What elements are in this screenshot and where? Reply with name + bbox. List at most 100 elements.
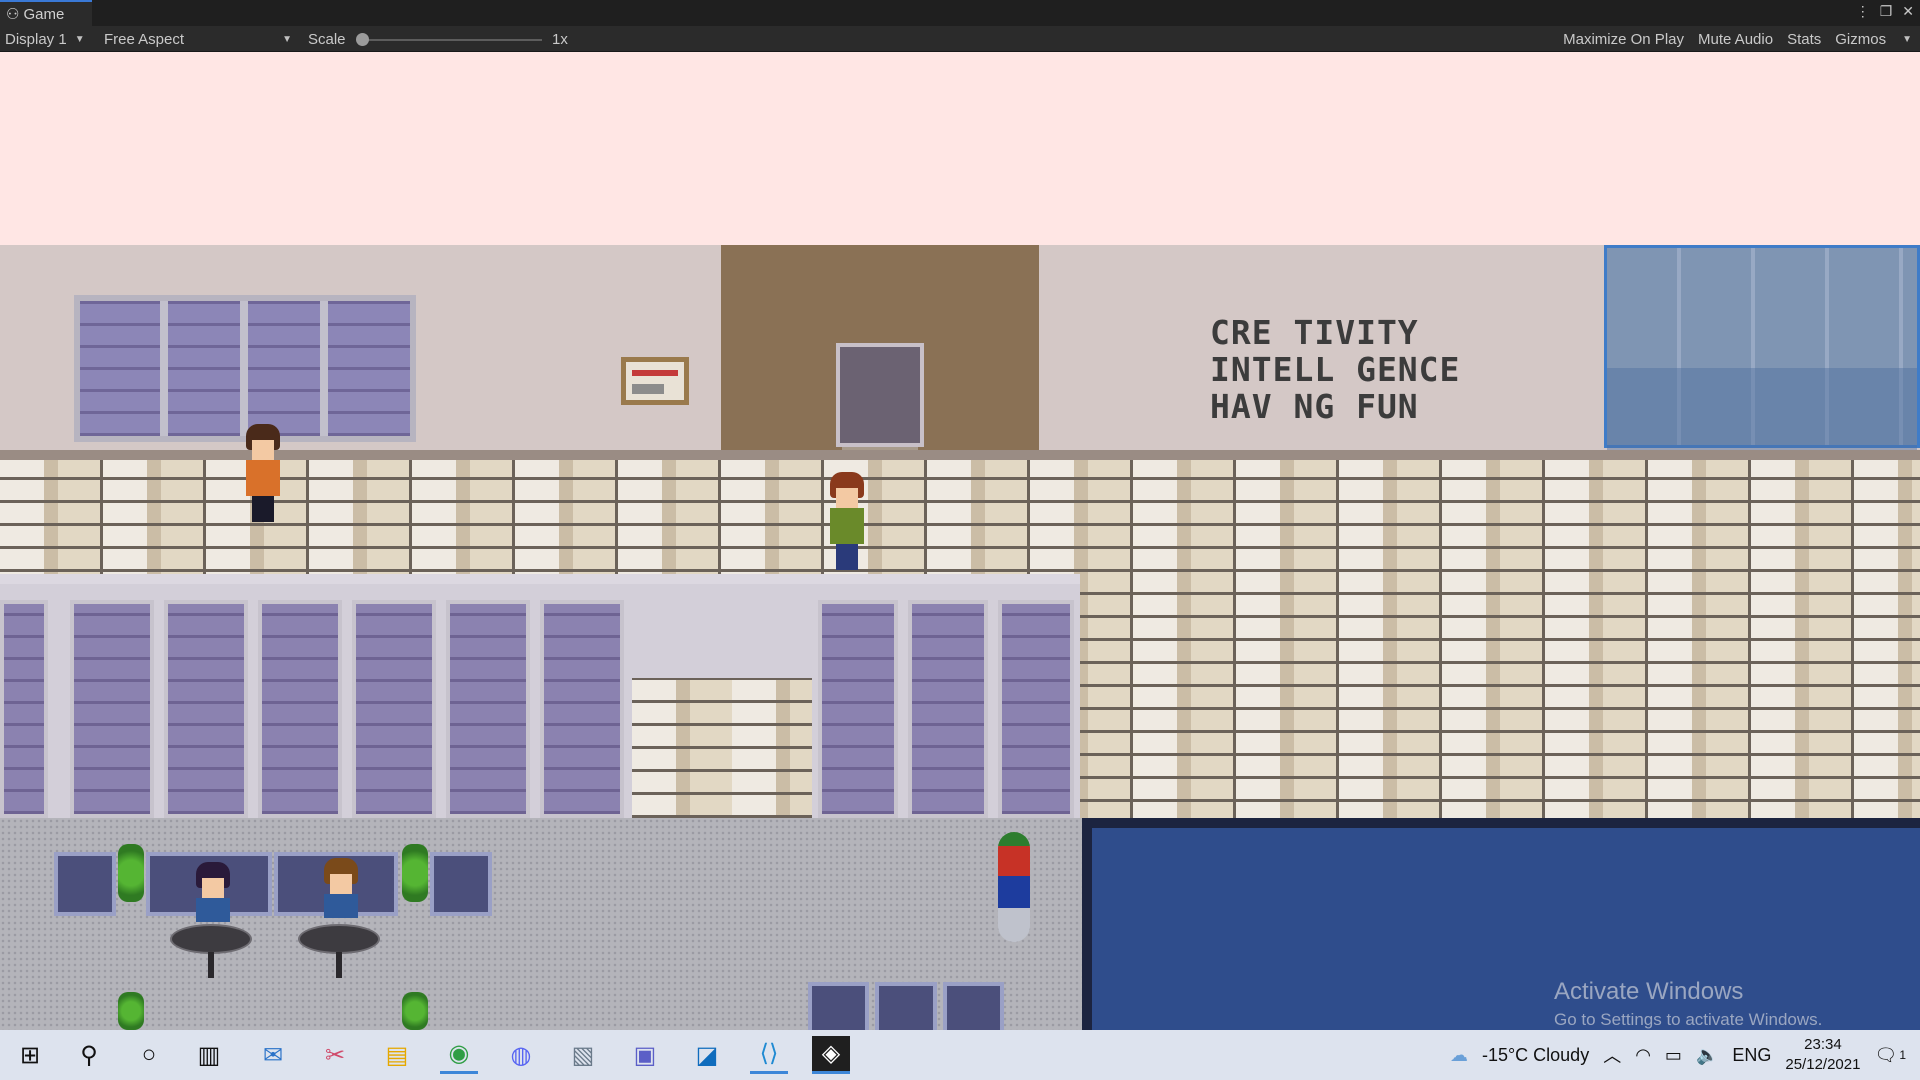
gizmos-button[interactable]: Gizmos — [1829, 31, 1892, 48]
slogan-line-2: INTELL GENCE — [1210, 350, 1461, 389]
scale-slider-track[interactable] — [362, 39, 542, 41]
window-mullion — [320, 301, 328, 436]
more-options-icon[interactable]: ⋮ — [1856, 3, 1870, 20]
glass-pane — [164, 600, 248, 818]
glass-pane — [818, 600, 898, 818]
maximize-on-play-button[interactable]: Maximize On Play — [1557, 31, 1690, 48]
vscode-icon[interactable]: ⟨⟩ — [750, 1036, 788, 1074]
chrome-icon[interactable]: ◉ — [440, 1036, 478, 1074]
window-mullion — [160, 301, 168, 436]
potted-plant — [118, 992, 144, 1030]
selected-mural-tile[interactable] — [1604, 245, 1920, 451]
teams-icon[interactable]: ▣ — [626, 1036, 664, 1074]
mail-icon[interactable]: ✉ — [254, 1036, 292, 1074]
sign-stripe — [632, 370, 678, 376]
npc-legs — [252, 496, 274, 522]
watermark-title: Activate Windows — [1554, 978, 1744, 1005]
slogan-line-1: CRE TIVITY — [1210, 313, 1419, 352]
glass-pane — [70, 600, 154, 818]
glass-pane — [352, 600, 436, 818]
aspect-dropdown[interactable]: Free Aspect ▼ — [104, 26, 296, 52]
scale-slider-handle[interactable] — [356, 33, 369, 46]
chevron-up-icon[interactable]: ︿ — [1603, 1042, 1621, 1068]
cloud-icon: ☁ — [1449, 1044, 1468, 1065]
notification-count: 1 — [1899, 1048, 1906, 1062]
notification-icon[interactable]: 🗨 — [1874, 1045, 1897, 1066]
office-door — [836, 343, 924, 447]
npc-body — [246, 460, 280, 496]
system-tray: ☁ -15°C Cloudy ︿ ◠ ▭ 🔈 ENG 23:34 25/12/2… — [1450, 1030, 1920, 1080]
glass-pane — [0, 600, 48, 818]
player-character — [824, 472, 870, 570]
sign-graphic — [632, 384, 664, 394]
player-face — [836, 488, 858, 508]
wall-slogan: CRE TIVITY INTELL GENCE HAV NG FUN — [1210, 314, 1510, 425]
display-dropdown[interactable]: Display 1 ▼ — [5, 26, 85, 52]
robot-npc — [998, 832, 1030, 942]
wall-molding — [0, 450, 1920, 460]
scale-label: Scale — [308, 30, 346, 48]
table-leg — [208, 952, 214, 978]
doorway-opening — [632, 678, 812, 818]
glass-pane — [908, 600, 988, 818]
photos-icon[interactable]: ▧ — [564, 1036, 602, 1074]
chair — [808, 982, 870, 1030]
language-indicator[interactable]: ENG — [1732, 1045, 1771, 1066]
weather-text[interactable]: -15°C Cloudy — [1482, 1045, 1589, 1066]
search-icon[interactable]: ⚲ — [70, 1036, 108, 1074]
volume-icon[interactable]: 🔈 — [1696, 1045, 1718, 1066]
npc-seated-1 — [190, 862, 236, 922]
chair — [942, 982, 1004, 1030]
player-body — [830, 508, 864, 544]
mural-lower-row — [1607, 368, 1917, 451]
potted-plant — [118, 844, 144, 902]
purple-window — [74, 295, 416, 442]
glass-pane — [540, 600, 624, 818]
npc-face — [252, 440, 274, 460]
close-icon[interactable]: ✕ — [1902, 3, 1914, 20]
chevron-down-icon: ▼ — [74, 33, 85, 45]
clock-date: 25/12/2021 — [1785, 1056, 1861, 1073]
round-table — [170, 924, 252, 954]
battery-icon[interactable]: ▭ — [1665, 1045, 1682, 1066]
npc-seated-2 — [318, 858, 364, 918]
chevron-down-icon[interactable]: ▼ — [1902, 34, 1912, 45]
npc-orange-jacket — [240, 424, 286, 522]
slogan-line-3: HAV NG FUN — [1210, 387, 1419, 426]
start-icon[interactable]: ⊞ — [11, 1036, 49, 1074]
maximize-icon[interactable]: ❐ — [1880, 3, 1893, 20]
outlook-icon[interactable]: ◪ — [688, 1036, 726, 1074]
game-toolbar: Display 1 ▼ Free Aspect ▼ Scale 1x Maxim… — [0, 26, 1920, 52]
unity-icon[interactable]: ◈ — [812, 1036, 850, 1074]
game-viewport[interactable]: CRE TIVITY INTELL GENCE HAV NG FUN Activ… — [0, 52, 1920, 1030]
tab-game[interactable]: ⚇ Game — [0, 0, 92, 26]
cortana-icon[interactable]: ○ — [130, 1036, 168, 1074]
window-controls: ⋮ ❐ ✕ — [1856, 3, 1914, 20]
window-mullion — [240, 301, 248, 436]
chevron-down-icon: ▼ — [282, 33, 292, 45]
glass-pane — [998, 600, 1074, 818]
chair — [875, 982, 937, 1030]
aspect-label: Free Aspect — [104, 30, 185, 48]
wifi-icon[interactable]: ◠ — [1635, 1045, 1651, 1066]
npc-body — [324, 894, 358, 918]
sofa-seat — [54, 852, 116, 916]
sofa-seat — [430, 852, 492, 916]
potted-plant — [402, 992, 428, 1030]
stats-button[interactable]: Stats — [1781, 31, 1827, 48]
npc-body — [196, 898, 230, 922]
clock[interactable]: 23:34 25/12/2021 — [1785, 1035, 1860, 1075]
tab-game-label: Game — [23, 5, 65, 23]
task-view-icon[interactable]: ▥ — [190, 1036, 228, 1074]
explorer-icon[interactable]: ▤ — [378, 1036, 416, 1074]
wall-sign — [621, 357, 689, 405]
waiting-chairs — [808, 982, 1004, 1030]
glass-pane — [446, 600, 530, 818]
discord-icon[interactable]: ◍ — [502, 1036, 540, 1074]
glass-partition — [0, 574, 1080, 818]
player-legs — [836, 544, 858, 570]
mute-audio-button[interactable]: Mute Audio — [1692, 31, 1779, 48]
snip-icon[interactable]: ✂ — [316, 1036, 354, 1074]
scale-value: 1x — [552, 30, 568, 48]
title-bar: ⚇ Game ⋮ ❐ ✕ — [0, 0, 1920, 26]
